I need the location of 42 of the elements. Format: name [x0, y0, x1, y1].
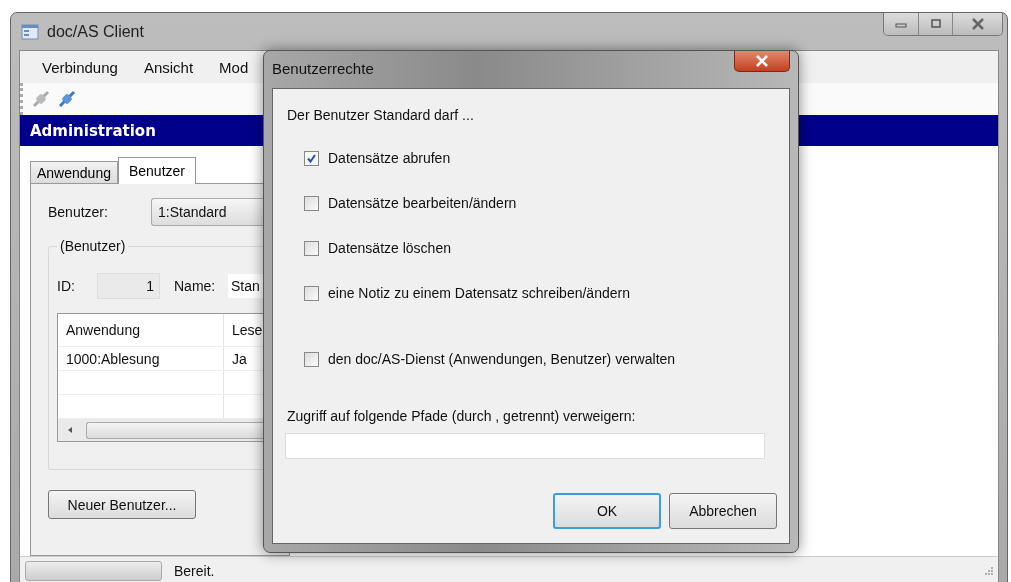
table-cell: 1000:Ablesung: [58, 347, 224, 370]
checkbox-label: Datensätze abrufen: [328, 150, 451, 166]
checkbox[interactable]: [304, 285, 319, 301]
dialog-button[interactable]: OK: [553, 493, 661, 529]
minimize-button[interactable]: [884, 13, 918, 35]
tab[interactable]: Anwendung: [30, 161, 118, 183]
maximize-icon[interactable]: [928, 19, 943, 29]
menu-item[interactable]: Ansicht: [143, 58, 194, 76]
checkbox-label: den doc/AS-Dienst (Anwendungen, Benutzer) verwalten: [328, 351, 676, 367]
new-user-button[interactable]: Neuer Benutzer...: [48, 490, 196, 519]
paths-label: Zugriff auf folgende Pfade (durch , getrennt) verweigern:: [287, 408, 637, 424]
window-title: doc/AS Client: [47, 22, 144, 41]
id-field[interactable]: 1: [97, 273, 160, 299]
connect-icon[interactable]: [57, 89, 77, 109]
group-title: (Benutzer): [57, 238, 129, 254]
checkbox[interactable]: [304, 351, 319, 367]
menu-item[interactable]: Mod: [219, 58, 249, 76]
menu-item[interactable]: Verbindung: [42, 58, 118, 76]
dialog-title: Benutzerrechte: [272, 60, 374, 77]
checkbox[interactable]: [304, 240, 319, 256]
table-cell-text: Ja: [231, 349, 248, 369]
name-label: Name:: [174, 278, 217, 294]
paths-field[interactable]: [285, 433, 765, 459]
close-button[interactable]: [734, 51, 790, 72]
checkbox[interactable]: [304, 195, 319, 211]
tab[interactable]: Benutzer: [117, 157, 196, 184]
scroll-left-icon[interactable]: [66, 426, 74, 434]
close-button[interactable]: [952, 13, 1002, 35]
column-header[interactable]: Anwendung: [58, 314, 224, 346]
user-label: Benutzer:: [48, 204, 109, 220]
status-text: Bereit.: [174, 563, 215, 579]
disconnect-icon[interactable]: [31, 89, 51, 109]
dialog-button[interactable]: Abbrechen: [669, 493, 777, 529]
maximize-button[interactable]: [918, 13, 952, 35]
checkbox-label: Datensätze löschen: [328, 240, 451, 256]
app-icon: [21, 23, 39, 40]
checkbox-label: eine Notiz zu einem Datensatz schreiben/ändern: [328, 285, 630, 301]
checkbox-label: Datensätze bearbeiten/ändern: [328, 195, 517, 211]
resize-grip-icon[interactable]: [984, 566, 994, 576]
id-label: ID:: [57, 278, 76, 294]
close-icon[interactable]: [970, 18, 985, 30]
checkbox[interactable]: [304, 150, 319, 166]
